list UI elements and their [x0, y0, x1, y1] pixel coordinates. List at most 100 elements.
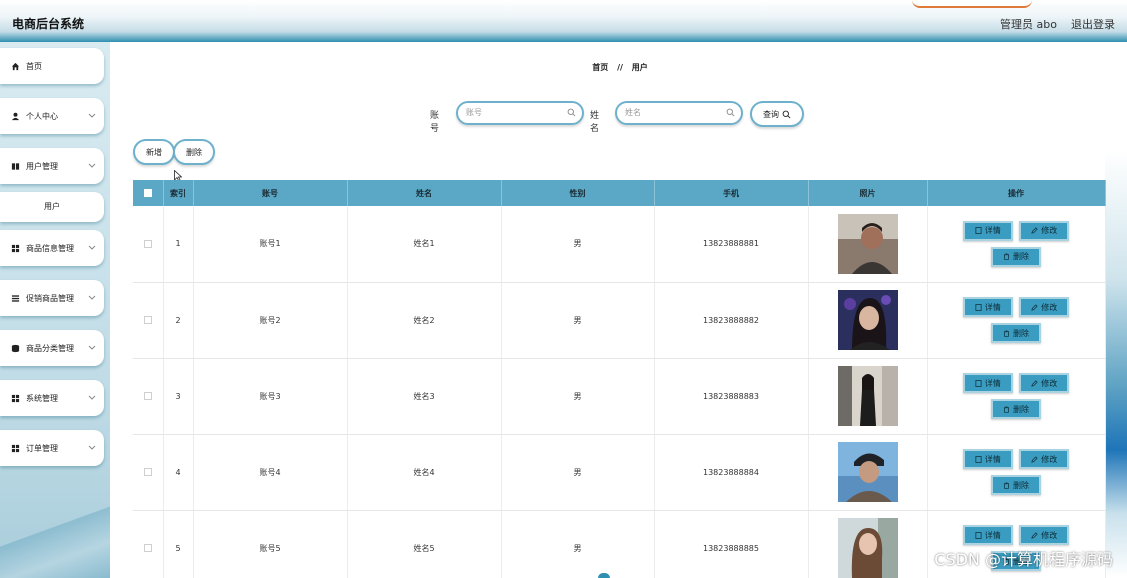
delete-button[interactable]: 删除 [173, 139, 215, 165]
database-icon [10, 343, 20, 353]
detail-label: 详情 [984, 530, 1001, 540]
sidebar-item-promotion[interactable]: 促销商品管理 [0, 280, 104, 316]
pencil-icon [1031, 379, 1038, 387]
list-icon [10, 293, 20, 303]
detail-button[interactable]: 详情 [962, 449, 1013, 469]
cell-phone: 13823888885 [654, 510, 809, 578]
row-checkbox[interactable] [143, 544, 152, 552]
pencil-icon [1031, 303, 1038, 311]
row-checkbox[interactable] [143, 239, 152, 248]
sidebar-item-user-management[interactable]: 用户管理 [0, 148, 104, 184]
name-search-input[interactable]: 姓名 [615, 101, 743, 125]
row-checkbox[interactable] [143, 316, 152, 324]
cell-index: 4 [163, 434, 194, 511]
row-delete-button[interactable]: 删除 [991, 475, 1041, 495]
edit-button[interactable]: 修改 [1019, 297, 1070, 317]
document-icon [975, 531, 982, 539]
cell-name: 姓名1 [347, 206, 502, 283]
cell-photo [808, 206, 928, 283]
logout-link[interactable]: 退出登录 [1071, 16, 1115, 32]
sidebar-item-product-info[interactable]: 商品信息管理 [0, 230, 104, 266]
trash-icon [1003, 482, 1010, 489]
cell-phone: 13823888883 [654, 358, 809, 435]
table-row: 4 账号4 姓名4 男 13823888884 详情 修改 删除 [133, 434, 1106, 511]
detail-button[interactable]: 详情 [962, 220, 1013, 241]
scroll-indicator[interactable] [598, 573, 610, 578]
name-label: 姓名 [590, 111, 600, 134]
search-icon [726, 108, 735, 117]
header-select-all[interactable] [133, 180, 164, 206]
sidebar-subitem-user[interactable]: 用户 [0, 192, 104, 222]
user-photo [837, 213, 898, 274]
delete-label: 删除 [1013, 328, 1029, 338]
cell-photo [808, 510, 928, 578]
header-index: 索引 [163, 180, 194, 206]
account-search-input[interactable]: 账号 [456, 101, 584, 125]
user-table: 索引 账号 姓名 性别 手机 照片 操作 1 账号1 姓名1 男 1382388… [133, 180, 1106, 578]
edit-button[interactable]: 修改 [1019, 525, 1070, 545]
sidebar-item-orders[interactable]: 订单管理 [0, 430, 104, 466]
cell-index: 1 [163, 206, 194, 283]
user-photo [837, 366, 898, 426]
chevron-down-icon [88, 445, 96, 450]
header-phone: 手机 [654, 180, 809, 206]
user-photo [837, 442, 898, 502]
cell-actions: 详情 修改 删除 [927, 358, 1106, 435]
trash-icon [1003, 253, 1010, 261]
pencil-icon [1031, 455, 1038, 463]
chevron-down-icon [88, 113, 96, 118]
pencil-icon [1031, 227, 1038, 234]
sidebar: 首页 个人中心 用户管理 用户 商品信息管理 促销商品管理 商品分类管理 系统管… [0, 42, 110, 578]
row-delete-button[interactable]: 删除 [991, 323, 1041, 343]
select-all-checkbox[interactable] [143, 189, 152, 197]
cell-actions: 详情 修改 删除 [927, 206, 1106, 283]
book-icon [10, 161, 20, 171]
cell-photo [808, 282, 928, 359]
row-checkbox[interactable] [143, 468, 152, 476]
header-photo: 照片 [808, 180, 928, 206]
header-account: 账号 [193, 180, 348, 206]
table-header-row: 索引 账号 姓名 性别 手机 照片 操作 [133, 180, 1106, 206]
document-icon [975, 455, 982, 463]
edit-label: 修改 [1041, 226, 1058, 236]
detail-button[interactable]: 详情 [962, 297, 1013, 317]
query-button[interactable]: 查询 [750, 101, 804, 127]
chevron-down-icon [88, 395, 96, 400]
detail-label: 详情 [984, 302, 1001, 312]
sidebar-item-label: 商品分类管理 [26, 343, 74, 353]
query-label: 查询 [763, 109, 779, 119]
cell-account: 账号2 [193, 282, 348, 359]
right-decoration [1105, 150, 1127, 578]
cell-name: 姓名3 [347, 358, 502, 435]
detail-button[interactable]: 详情 [962, 525, 1013, 545]
sidebar-item-label: 个人中心 [26, 111, 58, 121]
row-checkbox[interactable] [143, 392, 152, 400]
detail-button[interactable]: 详情 [962, 373, 1013, 393]
detail-label: 详情 [984, 378, 1001, 388]
row-delete-button[interactable]: 删除 [991, 399, 1041, 419]
search-icon [567, 108, 576, 117]
document-icon [975, 379, 982, 387]
add-button[interactable]: 新增 [133, 139, 175, 165]
breadcrumb: 首页 // 用户 [0, 62, 1127, 73]
edit-button[interactable]: 修改 [1019, 373, 1070, 393]
sidebar-item-personal-center[interactable]: 个人中心 [0, 98, 104, 134]
edit-button[interactable]: 修改 [1019, 220, 1070, 241]
sidebar-item-system[interactable]: 系统管理 [0, 380, 104, 416]
breadcrumb-home[interactable]: 首页 [592, 63, 608, 72]
user-photo [837, 518, 898, 578]
edit-button[interactable]: 修改 [1019, 449, 1070, 469]
sidebar-item-label: 用户管理 [26, 161, 58, 171]
sidebar-item-label: 商品信息管理 [26, 243, 74, 253]
name-placeholder: 姓名 [625, 108, 641, 117]
row-delete-button[interactable]: 删除 [991, 246, 1041, 267]
breadcrumb-separator: // [617, 63, 623, 72]
sidebar-item-category[interactable]: 商品分类管理 [0, 330, 104, 366]
cell-gender: 男 [501, 282, 655, 359]
trash-icon [1003, 406, 1010, 413]
cell-actions: 详情 修改 删除 [927, 282, 1106, 359]
detail-label: 详情 [984, 226, 1001, 236]
document-icon [975, 303, 982, 311]
edit-label: 修改 [1041, 302, 1058, 312]
search-icon [782, 110, 791, 118]
